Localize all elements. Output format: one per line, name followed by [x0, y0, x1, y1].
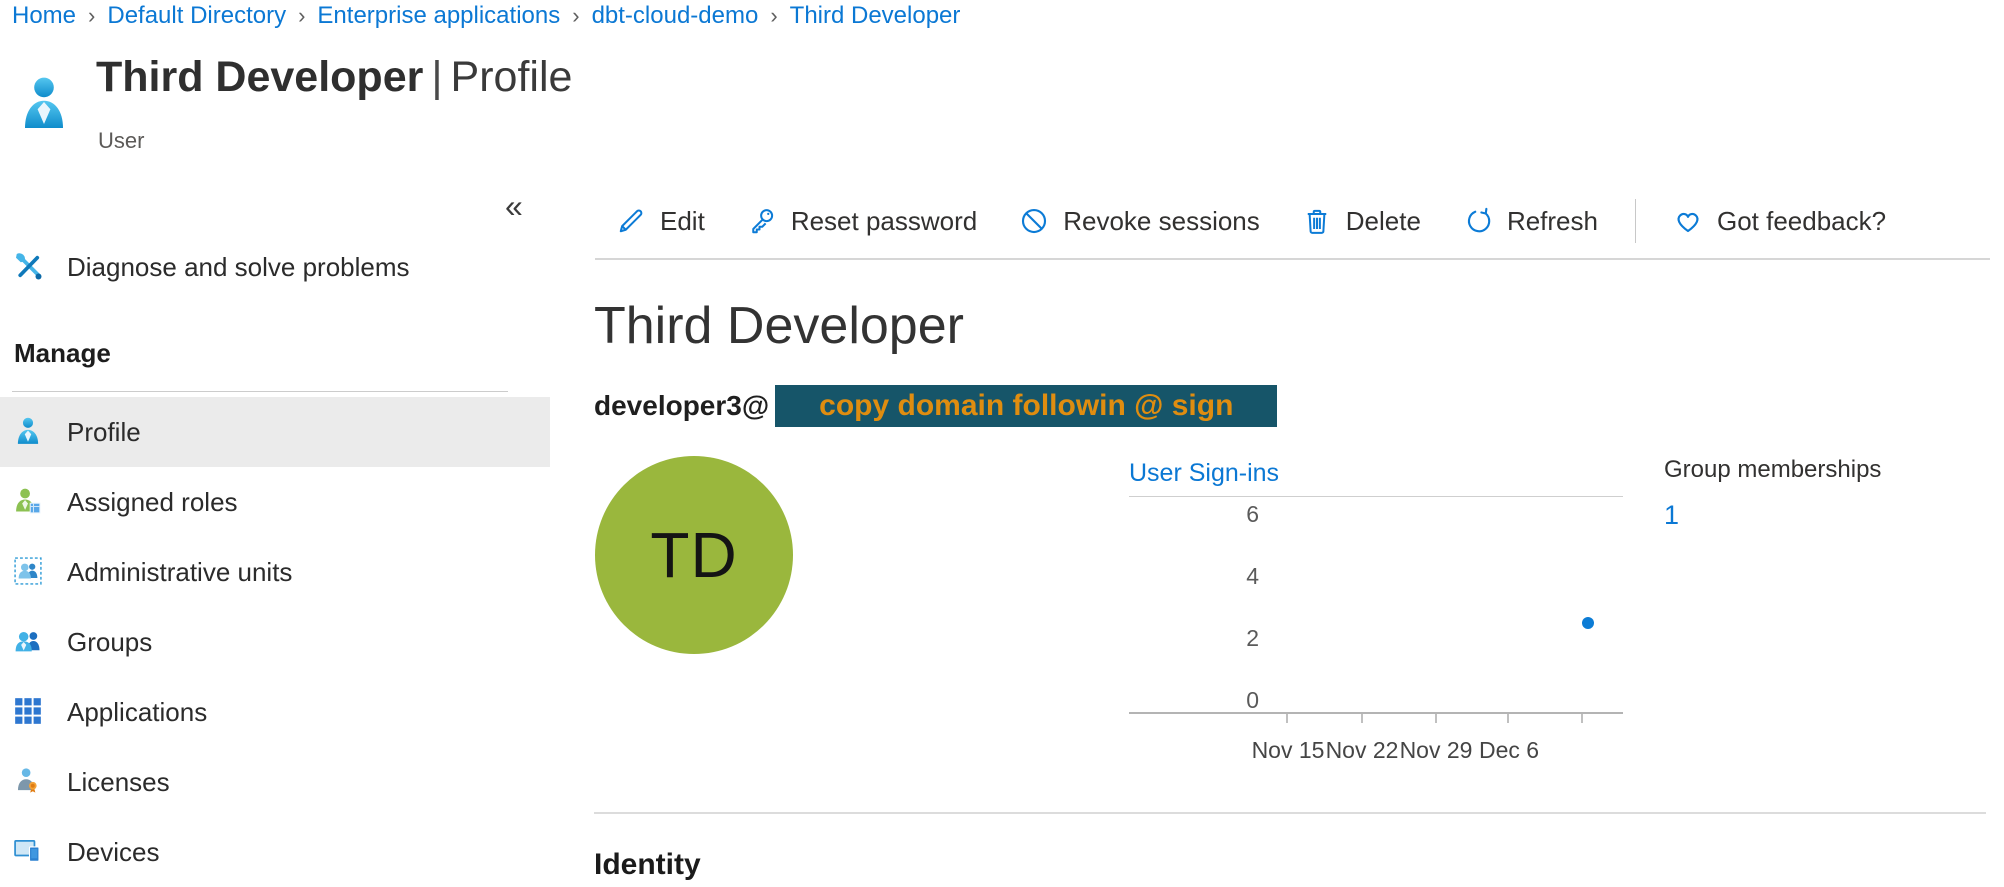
group-memberships-block: Group memberships 1: [1664, 456, 1881, 531]
toolbar-underline: [595, 258, 1990, 260]
applications-icon: [14, 697, 44, 727]
sidebar-item-assigned-roles[interactable]: Assigned roles: [0, 467, 550, 537]
chart-title: User Sign-ins: [1129, 458, 1623, 497]
x-axis-tick-label: Dec 6: [1454, 737, 1564, 764]
x-axis-tick: [1361, 714, 1363, 723]
sidebar-item-label: Administrative units: [67, 557, 292, 588]
got-feedback-button[interactable]: Got feedback?: [1652, 206, 1907, 237]
chart-plot-area: 6 4 2 0 Nov 15 Nov 22 Nov 29 Dec 6: [1129, 497, 1623, 782]
edit-button[interactable]: Edit: [595, 206, 726, 237]
revoke-sessions-button[interactable]: Revoke sessions: [998, 206, 1281, 237]
x-axis-tick: [1507, 714, 1509, 723]
x-axis-tick: [1286, 714, 1288, 723]
upn-prefix: developer3@: [594, 390, 769, 422]
groups-icon: [14, 627, 44, 657]
signin-data-point: [1582, 617, 1594, 629]
page-title-section: Profile: [451, 53, 573, 101]
refresh-icon: [1463, 206, 1493, 236]
trash-icon: [1302, 206, 1332, 236]
delete-button[interactable]: Delete: [1281, 206, 1442, 237]
breadcrumb-third-developer[interactable]: Third Developer: [790, 2, 961, 30]
page-title: Third Developer|Profile: [96, 50, 572, 104]
sidebar-nav: Profile Assigned roles Administrative un…: [0, 397, 550, 887]
breadcrumb: Home › Default Directory › Enterprise ap…: [12, 2, 960, 30]
sidebar-item-diagnose[interactable]: Diagnose and solve problems: [14, 246, 410, 288]
reset-password-label: Reset password: [791, 206, 977, 237]
toolbar-divider: [1635, 199, 1636, 243]
profile-display-name: Third Developer: [594, 296, 964, 356]
user-signins-chart: User Sign-ins 6 4 2 0 Nov 15 Nov 22 Nov …: [1129, 458, 1623, 782]
breadcrumb-separator: ›: [770, 3, 777, 29]
revoke-sessions-label: Revoke sessions: [1063, 206, 1260, 237]
sidebar-item-devices[interactable]: Devices: [0, 817, 550, 887]
sidebar-item-label: Profile: [67, 417, 141, 448]
breadcrumb-separator: ›: [298, 3, 305, 29]
assigned-roles-icon: [14, 487, 44, 517]
sidebar-item-label: Diagnose and solve problems: [67, 252, 410, 283]
sidebar-section-manage: Manage: [14, 338, 111, 369]
sidebar-item-label: Applications: [67, 697, 207, 728]
sidebar-item-licenses[interactable]: Licenses: [0, 747, 550, 817]
sidebar-divider: [12, 391, 508, 392]
avatar-initials: TD: [650, 518, 737, 592]
sidebar-item-label: Devices: [67, 837, 159, 868]
devices-icon: [14, 837, 44, 867]
avatar: TD: [595, 456, 793, 654]
got-feedback-label: Got feedback?: [1717, 206, 1886, 237]
sidebar-item-label: Licenses: [67, 767, 170, 798]
reset-password-button[interactable]: Reset password: [726, 206, 998, 237]
x-axis-tick: [1435, 714, 1437, 723]
breadcrumb-home[interactable]: Home: [12, 2, 76, 30]
sidebar-collapse-button[interactable]: «: [505, 188, 523, 225]
y-axis-tick-label: 6: [1129, 501, 1259, 527]
edit-label: Edit: [660, 206, 705, 237]
sidebar-item-profile[interactable]: Profile: [0, 397, 550, 467]
page-title-separator: |: [423, 53, 450, 101]
breadcrumb-enterprise-applications[interactable]: Enterprise applications: [317, 2, 560, 30]
licenses-icon: [14, 767, 44, 797]
refresh-button[interactable]: Refresh: [1442, 206, 1619, 237]
group-memberships-count[interactable]: 1: [1664, 500, 1881, 531]
sidebar-item-label: Assigned roles: [67, 487, 238, 518]
breadcrumb-separator: ›: [572, 3, 579, 29]
x-axis-tick: [1581, 714, 1583, 723]
tools-icon: [14, 252, 44, 282]
y-axis-tick-label: 0: [1129, 687, 1259, 713]
command-bar: Edit Reset password Revoke sessions Dele…: [595, 192, 1907, 250]
y-axis-tick-label: 4: [1129, 563, 1259, 589]
admin-units-icon: [14, 557, 44, 587]
user-icon: [14, 417, 44, 447]
upn-row: developer3@ copy domain followin @ sign: [594, 385, 1277, 427]
sidebar-item-administrative-units[interactable]: Administrative units: [0, 537, 550, 607]
page-subtitle: User: [98, 128, 144, 154]
key-icon: [747, 206, 777, 236]
breadcrumb-dbt-cloud-demo[interactable]: dbt-cloud-demo: [592, 2, 759, 30]
heart-icon: [1673, 206, 1703, 236]
redaction-note: copy domain followin @ sign: [775, 385, 1277, 427]
breadcrumb-separator: ›: [88, 3, 95, 29]
group-memberships-label: Group memberships: [1664, 456, 1881, 484]
breadcrumb-default-directory[interactable]: Default Directory: [107, 2, 286, 30]
section-divider: [594, 812, 1986, 814]
page-title-name: Third Developer: [96, 53, 423, 101]
refresh-label: Refresh: [1507, 206, 1598, 237]
sidebar-item-label: Groups: [67, 627, 152, 658]
sidebar-item-applications[interactable]: Applications: [0, 677, 550, 747]
sidebar-item-groups[interactable]: Groups: [0, 607, 550, 677]
x-axis-line: [1129, 712, 1623, 714]
pencil-icon: [616, 206, 646, 236]
delete-label: Delete: [1346, 206, 1421, 237]
block-icon: [1019, 206, 1049, 236]
user-avatar-icon: [20, 74, 68, 132]
identity-section-heading: Identity: [594, 848, 701, 882]
y-axis-tick-label: 2: [1129, 625, 1259, 651]
